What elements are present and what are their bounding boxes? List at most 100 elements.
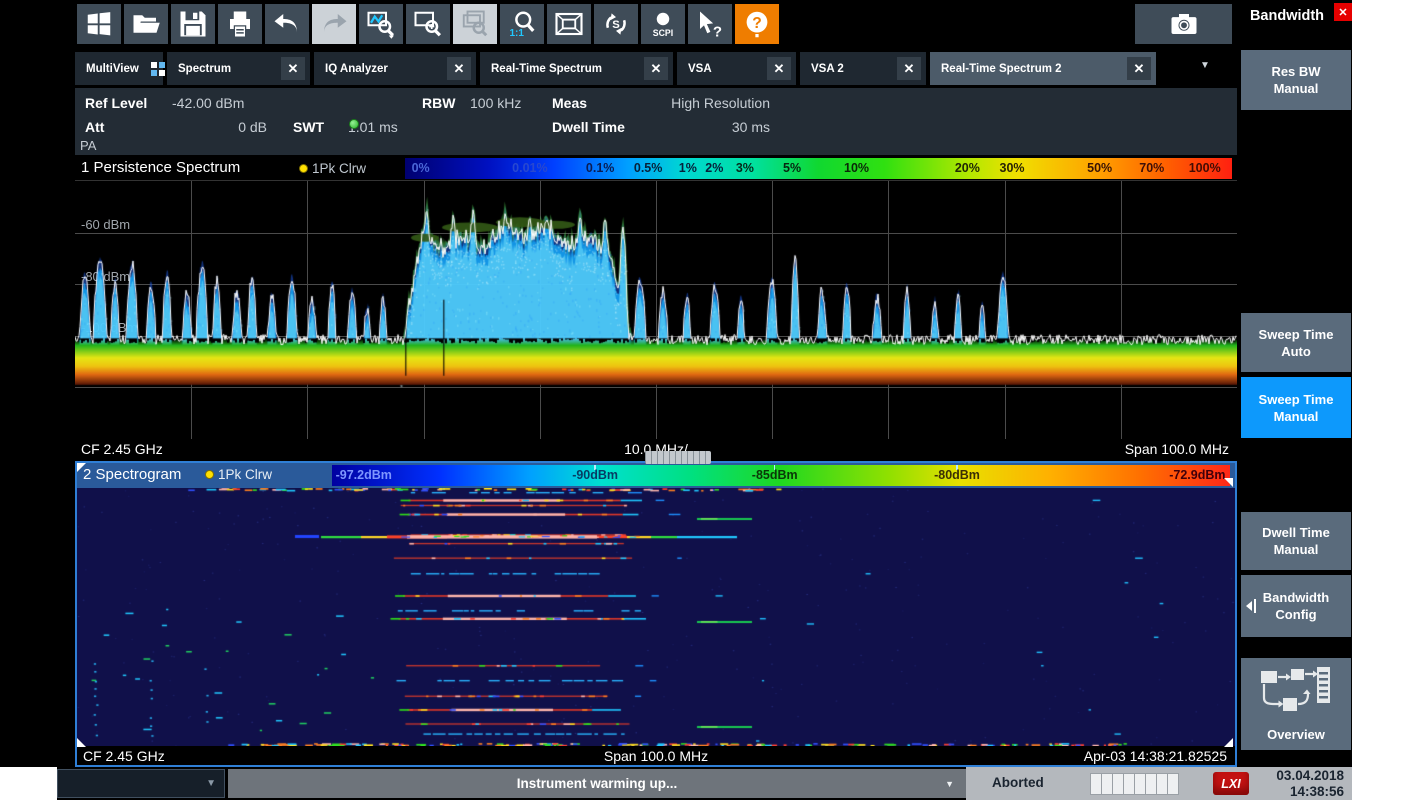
att-status-led bbox=[349, 119, 359, 129]
close-tab-icon[interactable]: ✕ bbox=[767, 57, 791, 80]
scale-label: 100% bbox=[1189, 161, 1221, 175]
ref-level-label: Ref Level bbox=[85, 95, 147, 111]
tab-multiview[interactable]: MultiView bbox=[75, 52, 163, 85]
softkey-overview[interactable]: Overview bbox=[1241, 658, 1351, 750]
spectrogram-window-footer: CF 2.45 GHz Span 100.0 MHz Apr-03 14:38:… bbox=[77, 746, 1235, 765]
svg-text:?: ? bbox=[713, 24, 722, 40]
context-help-button[interactable]: ? bbox=[688, 4, 732, 44]
softkey-sweep-time-manual[interactable]: Sweep TimeManual bbox=[1241, 377, 1351, 438]
save-floppy-icon bbox=[178, 9, 208, 39]
open-file-button[interactable] bbox=[124, 4, 168, 44]
scale-label: 2% bbox=[705, 161, 723, 175]
span-readout: Span 100.0 MHz bbox=[1125, 441, 1229, 457]
help-button[interactable]: ? bbox=[735, 4, 779, 44]
spectrogram-window[interactable]: 2 Spectrogram 1Pk Clrw -97.2dBm-90dBm-85… bbox=[75, 461, 1237, 767]
softkey-dwell-time-manual[interactable]: Dwell TimeManual bbox=[1241, 512, 1351, 570]
rbw-label: RBW bbox=[422, 95, 455, 111]
zoom-area-icon bbox=[413, 9, 443, 39]
print-button[interactable] bbox=[218, 4, 262, 44]
camera-icon bbox=[1169, 9, 1199, 39]
undo-arrow-icon bbox=[272, 9, 302, 39]
att-label: Att bbox=[85, 119, 104, 135]
close-tab-icon[interactable]: ✕ bbox=[897, 57, 921, 80]
close-tab-icon[interactable]: ✕ bbox=[1127, 57, 1151, 80]
center-frequency-readout: CF 2.45 GHz bbox=[83, 748, 165, 764]
zoom-area-button[interactable] bbox=[406, 4, 450, 44]
split-display-button[interactable] bbox=[547, 4, 591, 44]
scpi-record-icon: SCPI bbox=[648, 9, 678, 39]
redo-arrow-icon bbox=[319, 9, 349, 39]
persistence-plot-area[interactable]: -60 dBm -80 dBm -100 dBm bbox=[75, 180, 1237, 439]
scpi-recorder-button[interactable]: SCPI bbox=[641, 4, 685, 44]
persistence-window-header: 1 Persistence Spectrum 1Pk Clrw 0%0.01%0… bbox=[75, 157, 1237, 180]
persistence-spectrum-window[interactable]: 1 Persistence Spectrum 1Pk Clrw 0%0.01%0… bbox=[75, 157, 1237, 461]
spectrogram-plot-area[interactable] bbox=[77, 488, 1235, 746]
chevron-down-icon: ▼ bbox=[206, 778, 216, 789]
sequencer-button[interactable]: S bbox=[594, 4, 638, 44]
help-question-icon: ? bbox=[742, 9, 772, 39]
softkey-bandwidth-config[interactable]: BandwidthConfig bbox=[1241, 575, 1351, 637]
persistence-density-scale: 0%0.01%0.1%0.5%1%2%3%5%10%20%30%50%70%10… bbox=[405, 158, 1232, 179]
svg-text:?: ? bbox=[752, 15, 762, 32]
spectrogram-timestamp: Apr-03 14:38:21.82525 bbox=[1084, 748, 1227, 764]
sweep-progress-bar bbox=[1090, 773, 1178, 795]
tab-spectrum[interactable]: Spectrum ✕ bbox=[167, 52, 310, 85]
meas-label: Meas bbox=[552, 95, 587, 111]
redo-button[interactable] bbox=[312, 4, 356, 44]
message-history-dropdown[interactable]: ▼ bbox=[57, 769, 225, 798]
spectrogram-window-header: 2 Spectrogram 1Pk Clrw -97.2dBm-90dBm-85… bbox=[77, 463, 1235, 488]
span-readout: Span 100.0 MHz bbox=[604, 748, 708, 764]
channel-settings-bar[interactable]: Ref Level -42.00 dBm Att 0 dB SWT 1.01 m… bbox=[75, 88, 1237, 155]
save-button[interactable] bbox=[171, 4, 215, 44]
svg-text:1:1: 1:1 bbox=[510, 28, 525, 39]
dwell-time-value: 30 ms bbox=[600, 119, 770, 135]
selected-window-corner-marker bbox=[1224, 478, 1233, 487]
sequencer-icon: S bbox=[601, 9, 631, 39]
scale-label: -72.9dBm bbox=[1169, 468, 1225, 482]
scale-label: -80dBm bbox=[934, 468, 980, 482]
status-message-bar[interactable]: Instrument warming up... ▼ bbox=[228, 769, 966, 798]
windows-menu-button[interactable] bbox=[77, 4, 121, 44]
windows-logo-icon bbox=[84, 9, 114, 39]
tab-real-time-spectrum-2[interactable]: Real-Time Spectrum 2 ✕ bbox=[930, 52, 1156, 85]
trace-legend: 1Pk Clrw bbox=[205, 467, 272, 482]
scale-label: 0.01% bbox=[512, 161, 547, 175]
close-tab-icon[interactable]: ✕ bbox=[644, 57, 668, 80]
scale-label: 1% bbox=[679, 161, 697, 175]
trace-color-dot-icon bbox=[205, 470, 214, 479]
tab-real-time-spectrum[interactable]: Real-Time Spectrum ✕ bbox=[480, 52, 673, 85]
softkey-sweep-time-auto[interactable]: Sweep TimeAuto bbox=[1241, 313, 1351, 372]
zoom-trace-button[interactable] bbox=[359, 4, 403, 44]
multi-zoom-icon bbox=[460, 9, 490, 39]
tab-overflow-dropdown[interactable]: ▼ bbox=[1200, 60, 1210, 71]
swt-label: SWT bbox=[293, 119, 324, 135]
close-tab-icon[interactable]: ✕ bbox=[281, 57, 305, 80]
softkey-menu-close-button[interactable]: ✕ bbox=[1334, 3, 1352, 21]
softkey-res-bw-manual[interactable]: Res BWManual bbox=[1241, 50, 1351, 110]
scale-label: 5% bbox=[783, 161, 801, 175]
spectrogram-amplitude-scale: -97.2dBm-90dBm-85dBm-80dBm-72.9dBm bbox=[332, 465, 1230, 486]
ref-level-value: -42.00 dBm bbox=[172, 95, 244, 111]
tab-vsa[interactable]: VSA ✕ bbox=[677, 52, 796, 85]
tab-vsa-2[interactable]: VSA 2 ✕ bbox=[800, 52, 926, 85]
meas-value: High Resolution bbox=[600, 95, 770, 111]
zoom-one-to-one-button[interactable]: 1:1 bbox=[500, 4, 544, 44]
undo-button[interactable] bbox=[265, 4, 309, 44]
scale-label: -97.2dBm bbox=[336, 468, 392, 482]
statusbar-info-area: Aborted LXI 03.04.2018 14:38:56 bbox=[966, 767, 1352, 800]
spectrogram-window-title: 2 Spectrogram bbox=[83, 466, 181, 483]
trace-legend: 1Pk Clrw bbox=[299, 161, 366, 176]
overview-flowchart-icon bbox=[1260, 666, 1332, 720]
scale-label: 10% bbox=[844, 161, 869, 175]
tab-iq-analyzer[interactable]: IQ Analyzer ✕ bbox=[314, 52, 476, 85]
close-tab-icon[interactable]: ✕ bbox=[447, 57, 471, 80]
trace-color-dot-icon bbox=[299, 164, 308, 173]
rbw-value: 100 kHz bbox=[470, 95, 521, 111]
screenshot-button[interactable] bbox=[1135, 4, 1232, 44]
multi-zoom-button[interactable] bbox=[453, 4, 497, 44]
scale-label: 30% bbox=[1000, 161, 1025, 175]
window-splitter-handle[interactable] bbox=[645, 451, 711, 464]
selected-window-corner-marker bbox=[77, 738, 86, 747]
sweep-state-label: Aborted bbox=[992, 775, 1044, 790]
date-time-display: 03.04.2018 14:38:56 bbox=[1276, 768, 1344, 800]
